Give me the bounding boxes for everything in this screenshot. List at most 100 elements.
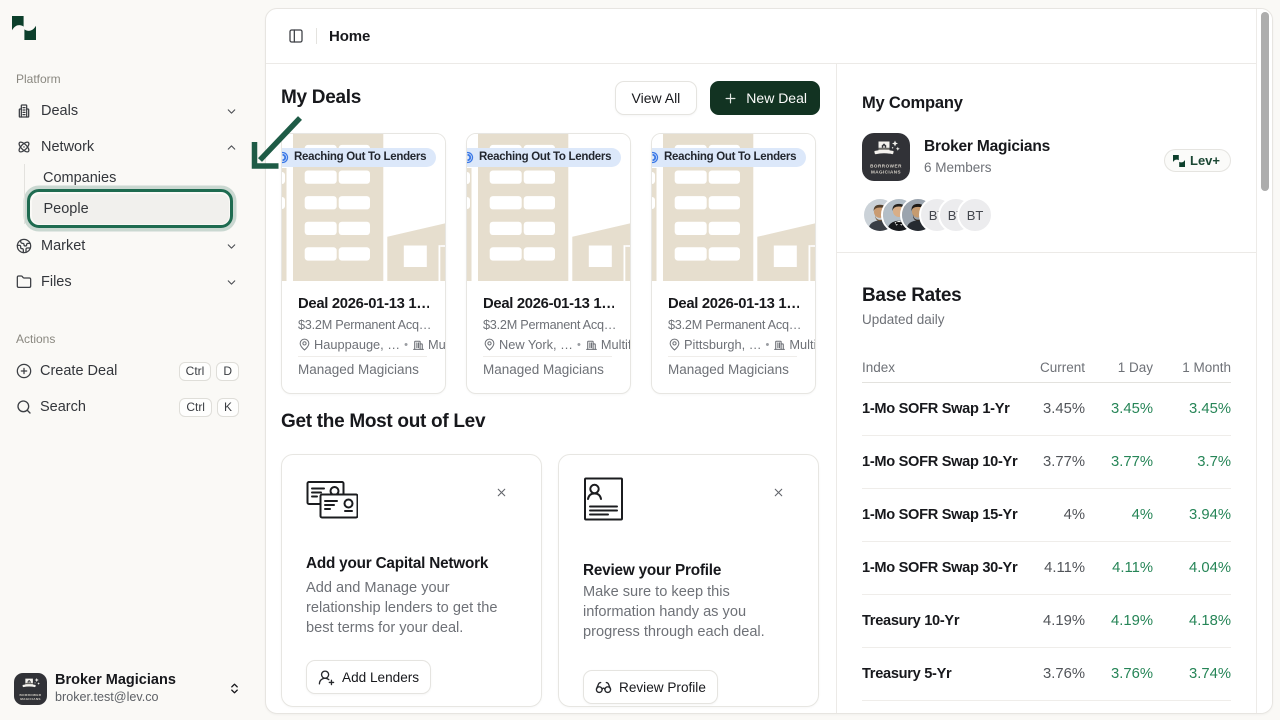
lev-plus-badge[interactable]: Lev+ — [1164, 149, 1231, 172]
map-pin-icon — [298, 338, 311, 351]
progress-ring-icon — [282, 151, 289, 164]
network-submenu: Companies People — [0, 163, 265, 228]
review-profile-button[interactable]: Review Profile — [583, 670, 718, 704]
rate-1day: 4.19% — [1085, 613, 1153, 629]
globe-icon — [16, 238, 32, 254]
chevron-up-icon — [225, 141, 238, 154]
rate-1day: 3.76% — [1085, 666, 1153, 682]
rate-1month: 3.94% — [1153, 507, 1231, 523]
create-deal-action[interactable]: Create Deal Ctrl D — [0, 355, 265, 387]
my-deals-buttons: View All New Deal — [615, 81, 820, 115]
company-logo-graphic — [862, 133, 910, 181]
rate-1month: 3.74% — [1153, 666, 1231, 682]
table-row: 1-Mo SOFR Swap 30-Yr 4.11% 4.11% 4.04% — [862, 542, 1231, 595]
member-avatar-initials[interactable]: BT — [957, 197, 993, 233]
view-all-button[interactable]: View All — [615, 81, 698, 115]
promo-heading: Get the Most out of Lev — [281, 411, 820, 433]
sidebar-item-files[interactable]: Files — [0, 266, 265, 298]
deal-status-badge: Reaching Out To Lenders — [467, 148, 621, 167]
deal-team: Managed Magicians — [483, 362, 614, 377]
lev-plus-label: Lev+ — [1190, 153, 1220, 168]
review-profile-label: Review Profile — [619, 680, 706, 695]
my-deals-heading: My Deals — [281, 87, 361, 109]
building-small-icon — [773, 338, 786, 351]
map-pin-icon — [668, 338, 681, 351]
kbd-ctrl: Ctrl — [179, 398, 212, 417]
deal-property-type: Multifamily — [428, 337, 445, 352]
base-rates-subheading: Updated daily — [862, 312, 1231, 327]
deal-meta-row: Hauppauge, … • Multifamily — [298, 337, 445, 352]
search-action[interactable]: Search Ctrl K — [0, 391, 265, 423]
deal-info: Deal 2026-01-13 1… $3.2M Permanent Acq… … — [652, 281, 815, 377]
page-title: Home — [329, 28, 370, 45]
new-deal-label: New Deal — [746, 90, 807, 106]
close-icon[interactable] — [772, 486, 785, 499]
deal-title: Deal 2026-01-13 1… — [483, 296, 614, 312]
rate-index: 1-Mo SOFR Swap 10-Yr — [862, 454, 995, 470]
sidebar-nav: Deals Network Companies People Market Fi… — [0, 95, 265, 298]
user-plus-icon — [318, 669, 335, 686]
rate-current: 3.77% — [995, 454, 1085, 470]
base-rates-heading: Base Rates — [862, 285, 1231, 307]
progress-ring-icon — [467, 151, 474, 164]
sidebar-item-network[interactable]: Network — [0, 131, 265, 163]
scrollbar-thumb[interactable] — [1261, 12, 1269, 191]
sidebar-item-market[interactable]: Market — [0, 230, 265, 262]
user-menu[interactable]: Broker Magicians broker.test@lev.co — [0, 672, 265, 705]
plus-icon — [723, 91, 738, 106]
kbd-d: D — [216, 362, 239, 381]
rate-index: 1-Mo SOFR Swap 30-Yr — [862, 560, 995, 576]
meta-separator: • — [765, 339, 771, 351]
add-lenders-button[interactable]: Add Lenders — [306, 660, 431, 694]
col-1day: 1 Day — [1085, 360, 1153, 375]
company-name: Broker Magicians — [924, 138, 1050, 156]
my-deals-header-row: My Deals View All New Deal — [281, 81, 820, 115]
right-panel: My Company Broker Magicians 6 Members Le… — [836, 64, 1256, 713]
sidebar-item-label: Deals — [41, 103, 78, 119]
capital-network-card: Add your Capital Network Add and Manage … — [281, 454, 542, 707]
sidebar-item-people[interactable]: People — [32, 194, 229, 224]
table-row: 1-Mo SOFR Swap 15-Yr 4% 4% 3.94% — [862, 489, 1231, 542]
user-email: broker.test@lev.co — [55, 690, 176, 705]
panel-content: Home My Deals View All New Deal — [266, 9, 1256, 713]
col-1month: 1 Month — [1153, 360, 1231, 375]
deal-card[interactable]: Reaching Out To Lenders Deal 2026-01-13 … — [651, 133, 816, 394]
col-current: Current — [995, 360, 1085, 375]
table-header: Index Current 1 Day 1 Month — [862, 352, 1231, 383]
close-icon[interactable] — [495, 486, 508, 499]
rate-index: 1-Mo SOFR Swap 1-Yr — [862, 401, 995, 417]
status-label: Reaching Out To Lenders — [479, 151, 611, 163]
scrollbar-track[interactable] — [1256, 9, 1272, 713]
sidebar-item-companies[interactable]: Companies — [31, 163, 228, 192]
glasses-icon — [595, 679, 612, 696]
deal-title: Deal 2026-01-13 1… — [668, 296, 799, 312]
kbd-ctrl: Ctrl — [179, 362, 212, 381]
company-text: Broker Magicians 6 Members — [924, 138, 1050, 176]
deal-location: New York, … — [499, 337, 573, 352]
deal-card[interactable]: Reaching Out To Lenders Deal 2026-01-13 … — [281, 133, 446, 394]
building-small-icon — [585, 338, 598, 351]
deal-team: Managed Magicians — [298, 362, 429, 377]
my-company-heading: My Company — [862, 91, 1231, 115]
new-deal-button[interactable]: New Deal — [710, 81, 820, 115]
sidebar-item-deals[interactable]: Deals — [0, 95, 265, 127]
deal-amount: $3.2M Permanent Acq… — [298, 318, 433, 332]
map-pin-icon — [483, 338, 496, 351]
rate-index: 1-Mo SOFR Swap 15-Yr — [862, 507, 995, 523]
my-company-section: My Company Broker Magicians 6 Members Le… — [837, 64, 1256, 233]
promo-card-body: Make sure to keep this information handy… — [583, 582, 801, 642]
promo-card-title: Add your Capital Network — [306, 555, 488, 573]
promo-card-title: Review your Profile — [583, 562, 721, 580]
company-logo — [862, 133, 910, 181]
promo-card-list: Add your Capital Network Add and Manage … — [281, 454, 820, 707]
col-index: Index — [862, 360, 995, 375]
folder-icon — [16, 274, 32, 290]
deal-status-badge: Reaching Out To Lenders — [652, 148, 806, 167]
deal-team: Managed Magicians — [668, 362, 799, 377]
search-icon — [16, 399, 32, 415]
table-row: Treasury 5-Yr 3.76% 3.76% 3.74% — [862, 648, 1231, 701]
company-logo-graphic — [14, 673, 47, 705]
deal-card[interactable]: Reaching Out To Lenders Deal 2026-01-13 … — [466, 133, 631, 394]
sidebar-toggle-icon[interactable] — [288, 28, 304, 44]
meta-separator: • — [576, 339, 582, 351]
